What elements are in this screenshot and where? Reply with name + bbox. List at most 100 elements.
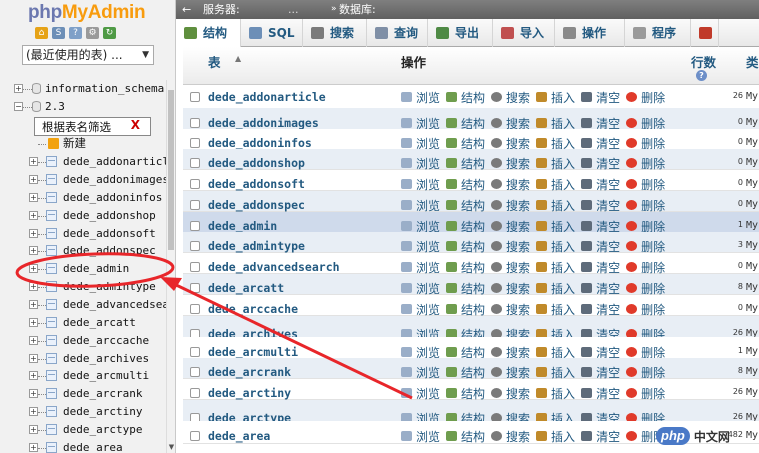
row-checkbox[interactable] (190, 431, 200, 441)
expand-icon[interactable]: + (29, 389, 38, 398)
row-checkbox[interactable] (190, 388, 200, 398)
expand-icon[interactable]: + (29, 407, 38, 416)
column-header-rows[interactable]: 行数 (691, 52, 716, 71)
tab-search[interactable]: 搜索 (303, 19, 367, 47)
row-checkbox[interactable] (190, 118, 200, 128)
home-icon[interactable]: ⌂ (35, 27, 48, 39)
scrollbar-thumb[interactable] (168, 90, 174, 250)
sql-query-icon[interactable]: S (52, 27, 65, 39)
docs-icon[interactable]: ? (69, 27, 82, 39)
phpmyadmin-logo[interactable]: phpMyAdmin (28, 2, 146, 24)
table-name-link[interactable]: dede_arctiny (208, 386, 291, 400)
scroll-down-icon[interactable]: ▼ (167, 443, 175, 451)
row-checkbox[interactable] (190, 304, 200, 314)
action-browse[interactable]: 浏览 (401, 89, 440, 106)
expand-icon[interactable]: + (29, 175, 38, 184)
row-checkbox[interactable] (190, 262, 200, 272)
tree-item-table[interactable]: + dede_arcatt (8, 314, 166, 332)
column-header-table[interactable]: 表 (208, 52, 221, 71)
tree-item-table[interactable]: + dede_arctiny (8, 403, 166, 421)
help-icon[interactable]: ? (696, 70, 707, 81)
settings-icon[interactable]: ⚙ (86, 27, 99, 39)
tree-item-table[interactable]: + dede_arctype (8, 421, 166, 439)
table-name-link[interactable]: dede_advancedsearch (208, 260, 340, 274)
table-name-link[interactable]: dede_addonshop (208, 156, 305, 170)
row-checkbox[interactable] (190, 179, 200, 189)
table-name-link[interactable]: dede_arcatt (208, 281, 284, 295)
tab-export[interactable]: 导出 (428, 19, 493, 47)
tree-item-table[interactable]: + dede_addonshop (8, 207, 166, 225)
action-empty[interactable]: 清空 (581, 428, 620, 445)
back-arrow-icon[interactable]: ← (182, 0, 191, 19)
table-name-link[interactable]: dede_admin (208, 219, 277, 233)
expand-icon[interactable]: + (29, 371, 38, 380)
table-name-link[interactable]: dede_area (208, 429, 270, 443)
row-checkbox[interactable] (190, 221, 200, 231)
tree-item-table[interactable]: + dede_admintype (8, 278, 166, 296)
expand-icon[interactable]: + (29, 300, 38, 309)
action-browse[interactable]: 浏览 (401, 428, 440, 445)
row-checkbox[interactable] (190, 283, 200, 293)
table-name-link[interactable]: dede_addoninfos (208, 136, 312, 150)
tree-item-table[interactable]: + dede_addoninfos (8, 189, 166, 207)
table-filter-box[interactable]: 根据表名筛选 X (34, 117, 151, 136)
table-filter-input[interactable]: 根据表名筛选 (42, 119, 111, 135)
expand-icon[interactable]: + (29, 229, 38, 238)
tree-item-table[interactable]: + dede_arcrank (8, 385, 166, 403)
expand-icon[interactable]: + (29, 246, 38, 255)
expand-icon[interactable]: + (29, 318, 38, 327)
table-name-link[interactable]: dede_addonarticle (208, 90, 326, 104)
tree-item-table[interactable]: + dede_arcmulti (8, 367, 166, 385)
tree-item-database[interactable]: + information_schema (8, 80, 166, 98)
breadcrumb-database[interactable]: 数据库: (339, 0, 376, 19)
column-header-type[interactable]: 类 (746, 52, 759, 71)
breadcrumb-server-value[interactable]: ... (288, 0, 299, 19)
row-checkbox[interactable] (190, 347, 200, 357)
row-checkbox[interactable] (190, 138, 200, 148)
tab-operations[interactable]: 操作 (555, 19, 625, 47)
action-empty[interactable]: 清空 (581, 89, 620, 106)
table-name-link[interactable]: dede_addonspec (208, 198, 305, 212)
expand-collapse-icon[interactable]: − (14, 102, 23, 111)
tree-item-table[interactable]: + dede_addonspec (8, 242, 166, 260)
expand-icon[interactable]: + (29, 336, 38, 345)
tab-events[interactable] (691, 19, 719, 47)
tab-import[interactable]: 导入 (493, 19, 555, 47)
expand-icon[interactable]: + (29, 264, 38, 273)
action-structure[interactable]: 结构 (446, 428, 485, 445)
expand-icon[interactable]: + (29, 425, 38, 434)
tree-item-table[interactable]: + dede_admin (8, 260, 166, 278)
table-name-link[interactable]: dede_arccache (208, 302, 298, 316)
table-name-link[interactable]: dede_addonsoft (208, 177, 305, 191)
expand-icon[interactable]: + (29, 193, 38, 202)
row-checkbox[interactable] (190, 92, 200, 102)
expand-collapse-icon[interactable]: + (14, 84, 23, 93)
tree-item-table[interactable]: + dede_addonarticle (8, 153, 175, 171)
tree-item-new[interactable]: 新建 (8, 135, 166, 153)
tab-routines[interactable]: 程序 (625, 19, 691, 47)
expand-icon[interactable]: + (29, 157, 38, 166)
tree-scrollbar[interactable]: ▼ (166, 80, 175, 453)
recent-tables-select[interactable]: (最近使用的表) ... ▼ (22, 45, 154, 65)
table-name-link[interactable]: dede_arcrank (208, 365, 291, 379)
row-checkbox[interactable] (190, 367, 200, 377)
tree-item-table[interactable]: + dede_advancedsear (8, 296, 175, 314)
expand-icon[interactable]: + (29, 282, 38, 291)
tab-sql[interactable]: SQL (241, 19, 303, 47)
expand-icon[interactable]: + (29, 443, 38, 452)
row-checkbox[interactable] (190, 200, 200, 210)
table-name-link[interactable]: dede_admintype (208, 239, 305, 253)
tree-item-table[interactable]: + dede_arccache (8, 332, 166, 350)
breadcrumb-server[interactable]: 服务器: (203, 0, 240, 19)
action-search[interactable]: 搜索 (491, 89, 530, 106)
tab-query[interactable]: 查询 (367, 19, 428, 47)
table-name-link[interactable]: dede_addonimages (208, 116, 319, 130)
action-structure[interactable]: 结构 (446, 89, 485, 106)
table-name-link[interactable]: dede_arcmulti (208, 345, 298, 359)
tree-item-table[interactable]: + dede_addonimages (8, 171, 169, 189)
tree-item-table[interactable]: + dede_addonsoft (8, 225, 166, 243)
action-search[interactable]: 搜索 (491, 428, 530, 445)
action-insert[interactable]: 插入 (536, 89, 575, 106)
tree-item-table[interactable]: + dede_area (8, 439, 166, 453)
action-insert[interactable]: 插入 (536, 428, 575, 445)
